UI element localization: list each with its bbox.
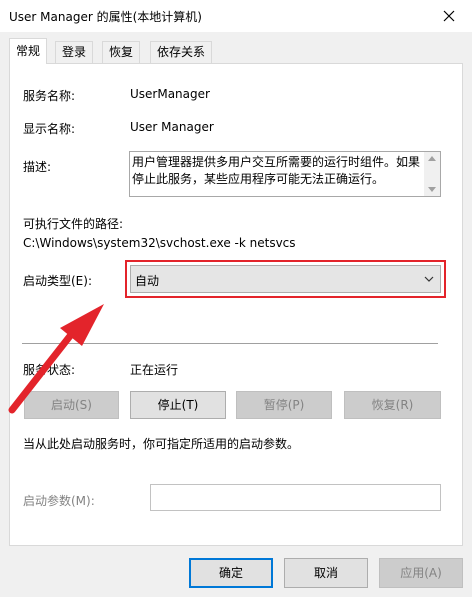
divider [22,343,438,344]
description-label: 描述: [23,160,52,174]
stop-button[interactable]: 停止(T) [130,391,226,419]
resume-button[interactable]: 恢复(R) [344,391,441,419]
tab-label: 常规 [16,44,41,58]
startup-type-label: 启动类型(E): [23,274,92,288]
service-status-label: 服务状态: [23,363,76,377]
cancel-button[interactable]: 取消 [284,558,368,588]
close-icon [443,10,455,22]
general-panel: 服务名称: UserManager 显示名称: User Manager 描述:… [9,63,463,546]
description-scrollbar[interactable] [424,152,440,196]
close-button[interactable] [426,0,472,32]
pause-button[interactable]: 暂停(P) [236,391,332,419]
description-box[interactable]: 用户管理器提供多用户交互所需要的运行时组件。如果停止此服务，某些应用程序可能无法… [129,151,441,197]
window-title: User Manager 的属性(本地计算机) [9,10,202,24]
exe-path-label: 可执行文件的路径: [23,217,124,231]
tab-dependencies[interactable]: 依存关系 [150,41,213,63]
tab-recovery[interactable]: 恢复 [102,41,141,63]
exe-path-value: C:\Windows\system32\svchost.exe -k netsv… [23,236,296,250]
service-name-label: 服务名称: [23,89,76,103]
start-params-label: 启动参数(M): [23,494,95,508]
description-text: 用户管理器提供多用户交互所需要的运行时组件。如果停止此服务，某些应用程序可能无法… [132,155,421,186]
tab-label: 登录 [62,45,87,59]
ok-button[interactable]: 确定 [189,558,273,588]
title-bar: User Manager 的属性(本地计算机) [0,0,472,32]
service-status-value: 正在运行 [130,363,179,377]
scroll-up-icon[interactable] [428,156,436,161]
display-name-label: 显示名称: [23,122,76,136]
service-name-value: UserManager [130,87,210,101]
start-button[interactable]: 启动(S) [24,391,119,419]
tab-label: 恢复 [109,45,134,59]
scroll-down-icon[interactable] [428,187,436,192]
tab-logon[interactable]: 登录 [55,41,94,63]
highlight-box [125,260,446,298]
display-name-value: User Manager [130,120,214,134]
apply-button[interactable]: 应用(A) [379,558,463,588]
hint-text: 当从此处启动服务时，你可指定所适用的启动参数。 [23,437,300,451]
start-params-input[interactable] [150,484,441,511]
tab-general[interactable]: 常规 [9,38,48,64]
tab-label: 依存关系 [157,45,206,59]
